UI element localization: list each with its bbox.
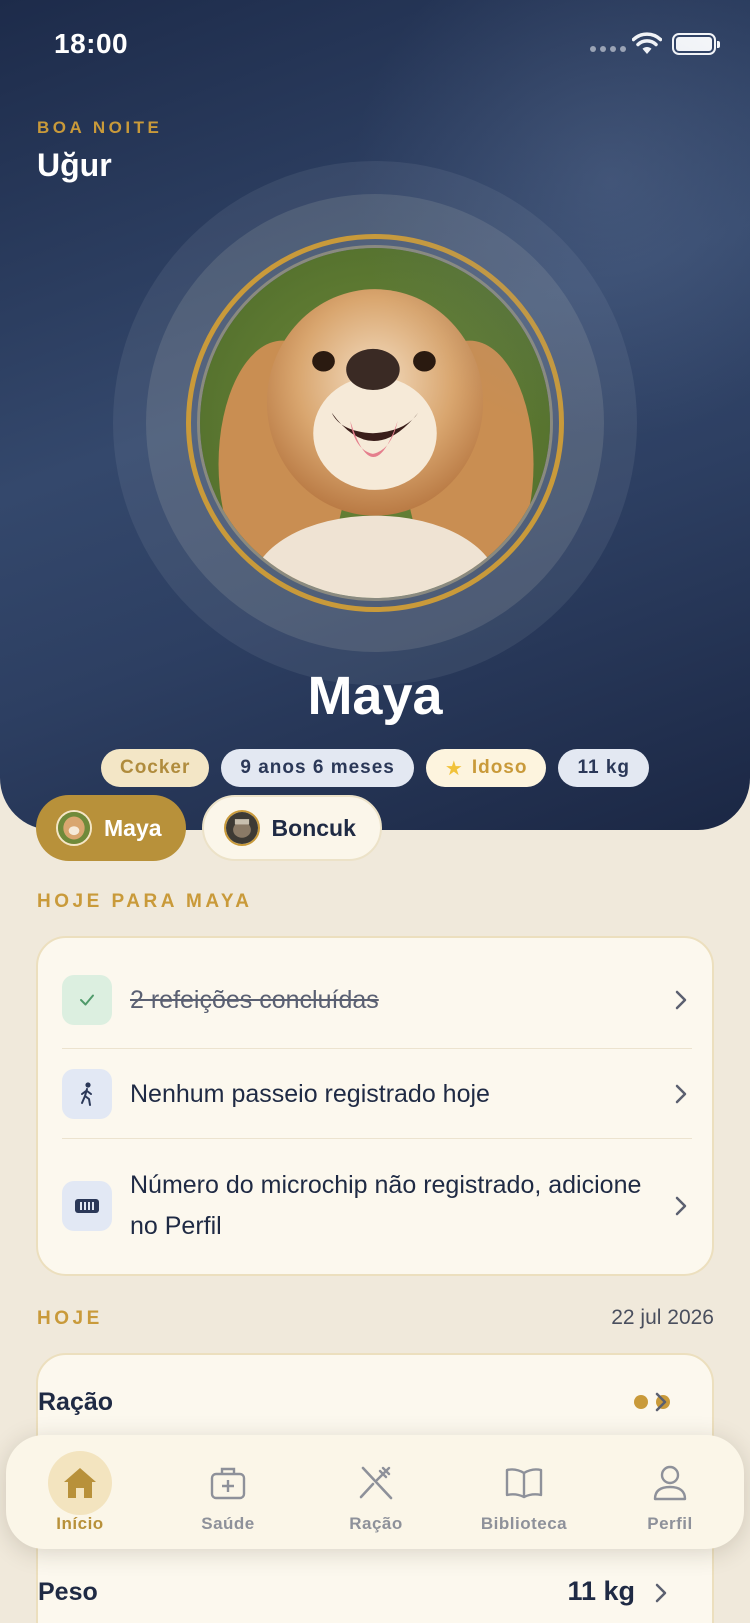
battery-icon bbox=[672, 33, 720, 55]
status-time: 18:00 bbox=[54, 28, 129, 59]
pet-avatar[interactable] bbox=[186, 234, 564, 612]
medical-kit-icon bbox=[200, 1455, 256, 1511]
senior-chip-label: Idoso bbox=[471, 757, 528, 778]
person-icon bbox=[642, 1455, 698, 1511]
tab-library[interactable]: Biblioteca bbox=[450, 1435, 598, 1549]
senior-chip: ★ Idoso bbox=[425, 749, 547, 787]
today-date: 22 jul 2026 bbox=[611, 1306, 714, 1329]
task-row-microchip[interactable]: Número do microchip não registrado, adic… bbox=[62, 1148, 692, 1264]
tab-profile[interactable]: Perfil bbox=[596, 1435, 744, 1549]
walking-icon bbox=[62, 1069, 112, 1119]
cellular-signal-icon bbox=[590, 46, 626, 52]
task-row-walk[interactable]: Nenhum passeio registrado hoje bbox=[62, 1052, 692, 1136]
chevron-right-icon bbox=[675, 990, 687, 1010]
tab-label: Biblioteca bbox=[480, 1514, 568, 1533]
breed-chip: Cocker bbox=[100, 749, 210, 787]
fork-knife-icon bbox=[348, 1455, 404, 1511]
pet-name-title: Maya bbox=[307, 666, 443, 726]
greeting-label: BOA NOITE bbox=[37, 118, 163, 137]
age-chip: 9 anos 6 meses bbox=[221, 749, 414, 787]
microchip-icon bbox=[62, 1181, 112, 1231]
user-name: Uğur bbox=[37, 147, 112, 183]
check-icon bbox=[62, 975, 112, 1025]
book-icon bbox=[496, 1455, 552, 1511]
wifi-icon bbox=[632, 32, 662, 54]
chevron-right-icon[interactable] bbox=[654, 1391, 668, 1413]
chevron-right-icon bbox=[675, 1196, 687, 1216]
tab-label: Ração bbox=[349, 1514, 403, 1533]
section-title-today-for-pet: HOJE PARA MAYA bbox=[37, 891, 253, 912]
task-text: 2 refeições concluídas bbox=[130, 985, 379, 1014]
tab-health[interactable]: Saúde bbox=[154, 1435, 302, 1549]
pet-tab-boncuk[interactable]: Boncuk bbox=[201, 795, 382, 861]
pet-photo bbox=[197, 245, 553, 601]
task-row-meals[interactable]: 2 refeições concluídas bbox=[62, 964, 692, 1036]
divider bbox=[62, 1048, 692, 1049]
chevron-right-icon[interactable] bbox=[654, 1582, 668, 1604]
section-title-today: HOJE bbox=[37, 1308, 103, 1329]
divider bbox=[62, 1138, 692, 1139]
pet-tab-maya[interactable]: Maya bbox=[36, 795, 186, 861]
tab-label: Saúde bbox=[201, 1514, 255, 1533]
pet-tab-avatar bbox=[56, 810, 92, 846]
tab-label: Perfil bbox=[647, 1514, 693, 1533]
pet-tab-label: Maya bbox=[104, 814, 162, 841]
task-text: Nenhum passeio registrado hoje bbox=[130, 1079, 490, 1108]
dog-photo-illustration bbox=[200, 248, 550, 598]
weight-chip: 11 kg bbox=[558, 749, 650, 787]
today-row-weight-title[interactable]: Peso bbox=[38, 1578, 98, 1607]
home-icon bbox=[48, 1451, 112, 1515]
pet-tab-label: Boncuk bbox=[271, 814, 356, 841]
pet-info-chips: Cocker 9 anos 6 meses ★ Idoso 11 kg bbox=[0, 749, 750, 787]
star-icon: ★ bbox=[444, 757, 464, 780]
pet-switcher: Maya Boncuk bbox=[36, 795, 382, 861]
chevron-right-icon bbox=[675, 1084, 687, 1104]
tab-food[interactable]: Ração bbox=[302, 1435, 450, 1549]
today-row-food-title[interactable]: Ração bbox=[38, 1388, 113, 1417]
status-bar: 18:00 bbox=[0, 0, 750, 90]
task-text: Número do microchip não registrado, adic… bbox=[130, 1171, 642, 1240]
today-row-weight-value: 11 kg bbox=[567, 1576, 635, 1606]
today-tasks-card: 2 refeições concluídas Nenhum passeio re… bbox=[36, 936, 714, 1276]
bottom-tab-bar: Início Saúde Ração Biblioteca Perfil bbox=[6, 1435, 744, 1549]
tab-home[interactable]: Início bbox=[6, 1435, 154, 1549]
tab-label: Início bbox=[56, 1514, 104, 1533]
hero-header: 18:00 BOA NOITE Uğur Maya Cocker 9 anos … bbox=[0, 0, 750, 830]
pet-tab-avatar bbox=[223, 810, 260, 846]
